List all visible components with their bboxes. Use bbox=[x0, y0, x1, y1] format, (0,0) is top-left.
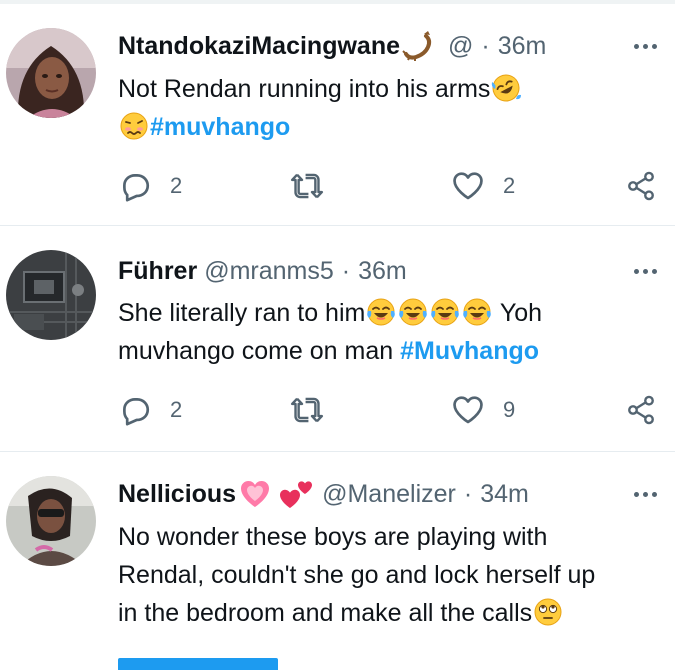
handle[interactable]: @mranms5 bbox=[204, 257, 334, 286]
tweet-text: She literally ran to him Yoh muvhango co… bbox=[118, 294, 663, 370]
tears-of-joy-emoji-icon bbox=[397, 296, 429, 328]
two-hearts-emoji-icon bbox=[280, 481, 313, 508]
separator-dot: · bbox=[341, 256, 351, 285]
more-options-icon[interactable] bbox=[634, 30, 657, 62]
retweet-button[interactable] bbox=[290, 169, 324, 203]
like-count: 2 bbox=[503, 173, 516, 198]
tweet-text-line: She literally ran to him bbox=[118, 299, 366, 327]
like-button[interactable]: 9 bbox=[451, 393, 515, 427]
growing-heart-emoji-icon bbox=[241, 481, 270, 507]
tweet-text-line: in the bedroom and make all the calls bbox=[118, 599, 533, 627]
share-icon bbox=[625, 170, 657, 202]
heart-icon bbox=[451, 169, 485, 203]
display-name[interactable]: NtandokaziMacingwane bbox=[118, 32, 400, 61]
tweet-actions: 2 9 bbox=[118, 393, 663, 427]
reply-count: 2 bbox=[170, 173, 183, 198]
like-button[interactable]: 2 bbox=[451, 169, 515, 203]
woozy-face-emoji-icon bbox=[118, 110, 150, 142]
tweet[interactable]: NtandokaziMacingwane @ · 36m Not Rendan … bbox=[0, 4, 675, 226]
tweet-header: NtandokaziMacingwane @ · 36m bbox=[118, 30, 675, 62]
hashtag-link[interactable]: #Muvhango bbox=[400, 337, 539, 365]
tweet-text-line: Rendal, couldn't she go and lock herself… bbox=[118, 561, 596, 589]
rolling-eyes-emoji-icon bbox=[532, 596, 564, 628]
retweet-icon bbox=[290, 169, 324, 203]
tears-of-joy-emoji-icon bbox=[365, 296, 397, 328]
tweet-text-line: muvhango come on man bbox=[118, 337, 401, 365]
tears-of-joy-emoji-icon bbox=[461, 296, 493, 328]
more-options-icon[interactable] bbox=[634, 478, 657, 510]
retweet-button[interactable] bbox=[290, 393, 324, 427]
tweet-text: No wonder these boys are playing with Re… bbox=[118, 518, 663, 670]
reply-icon bbox=[118, 393, 152, 427]
tweet-text: Not Rendan running into his arms #muvhan… bbox=[118, 70, 663, 146]
timestamp[interactable]: 36m bbox=[498, 32, 547, 61]
tweet-text-line: No wonder these boys are playing with bbox=[118, 523, 548, 551]
more-options-icon[interactable] bbox=[634, 255, 657, 287]
tears-of-joy-emoji-icon bbox=[429, 296, 461, 328]
share-button[interactable] bbox=[625, 393, 657, 427]
rofl-emoji-icon bbox=[490, 72, 522, 104]
reply-count: 2 bbox=[170, 397, 183, 422]
tweet[interactable]: Nellicious @Manelizer · 34m No wonder th… bbox=[0, 452, 675, 670]
reply-button[interactable]: 2 bbox=[118, 393, 182, 427]
timestamp[interactable]: 36m bbox=[358, 257, 407, 286]
share-icon bbox=[625, 394, 657, 426]
retweet-icon bbox=[290, 393, 324, 427]
cut-off-hashtag-line bbox=[118, 632, 663, 670]
separator-dot: · bbox=[481, 31, 490, 60]
tweet-header: Nellicious @Manelizer · 34m bbox=[118, 478, 675, 510]
tweet-text-line-end: Yoh bbox=[493, 299, 543, 327]
hashtag-link[interactable]: #muvhango bbox=[150, 113, 290, 141]
display-name[interactable]: Nellicious bbox=[118, 480, 236, 509]
heart-icon bbox=[451, 393, 485, 427]
tweet-header: Führer @mranms5 · 36m bbox=[118, 255, 675, 287]
tweet-actions: 2 2 bbox=[118, 169, 663, 203]
reply-button[interactable]: 2 bbox=[118, 169, 182, 203]
display-name[interactable]: Führer bbox=[118, 257, 197, 286]
tweet[interactable]: Führer @mranms5 · 36m She literally ran … bbox=[0, 226, 675, 452]
like-count: 9 bbox=[503, 397, 516, 422]
separator-dot: · bbox=[463, 479, 473, 508]
handle[interactable]: @ bbox=[448, 32, 473, 61]
share-button[interactable] bbox=[625, 169, 657, 203]
tweet-text-line: Not Rendan running into his arms bbox=[118, 75, 491, 103]
timestamp[interactable]: 34m bbox=[480, 480, 529, 509]
avatar[interactable] bbox=[6, 476, 96, 566]
handle[interactable]: @Manelizer bbox=[322, 480, 456, 509]
scorpion-emoji-icon bbox=[402, 31, 432, 61]
reply-icon bbox=[118, 169, 152, 203]
avatar[interactable] bbox=[6, 28, 96, 118]
avatar[interactable] bbox=[6, 250, 96, 340]
